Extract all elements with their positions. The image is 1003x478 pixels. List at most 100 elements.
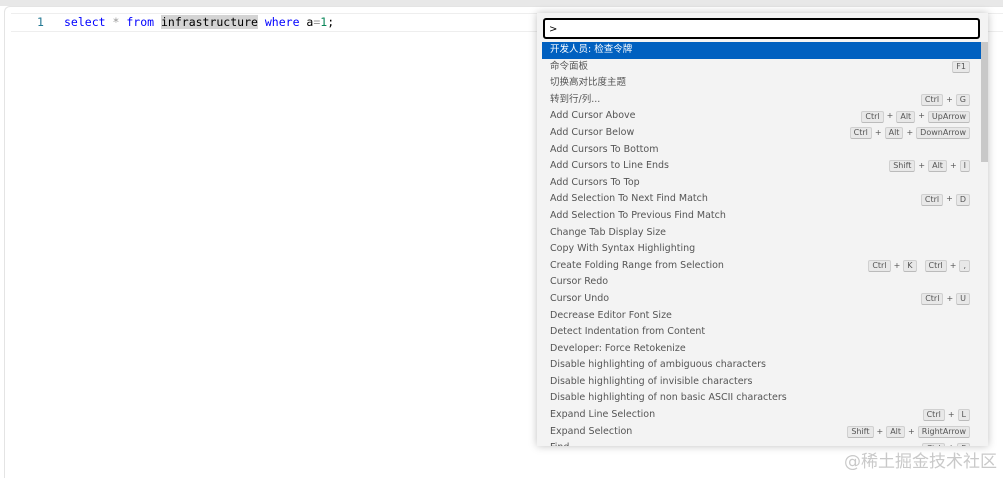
key-cap: F <box>957 442 970 446</box>
key-cap: F1 <box>952 60 970 73</box>
key-cap: Ctrl <box>922 442 945 446</box>
command-label: Add Cursors to Line Ends <box>550 160 669 172</box>
command-label: Add Selection To Next Find Match <box>550 193 708 205</box>
key-cap: Ctrl <box>849 127 872 140</box>
key-cap: Alt <box>886 425 906 438</box>
key-cap: Alt <box>896 110 916 123</box>
command-item[interactable]: Copy With Syntax Highlighting <box>542 241 982 258</box>
command-label: Copy With Syntax Highlighting <box>550 243 696 255</box>
key-cap: Ctrl <box>920 94 944 107</box>
key-cap: K <box>903 260 917 273</box>
command-item[interactable]: Cursor Undo Ctrl + U <box>542 291 982 308</box>
key-cap: L <box>957 409 970 422</box>
command-item[interactable]: Find Ctrl+F <box>542 440 982 446</box>
key-cap: Ctrl <box>920 193 944 206</box>
command-item[interactable]: Disable highlighting of ambiguous charac… <box>542 357 982 374</box>
command-item[interactable]: Add Cursor Below Ctrl + Alt + DownArrow <box>542 125 982 142</box>
key-cap: RightArrow <box>917 425 970 438</box>
command-label: Disable highlighting of invisible charac… <box>550 375 753 387</box>
key-cap: I <box>959 160 970 173</box>
command-item[interactable]: Expand Selection Shift + Alt + RightArrow <box>542 424 982 441</box>
command-item[interactable]: Cursor Redo <box>542 274 982 291</box>
code-token: a <box>299 15 314 29</box>
command-label: Change Tab Display Size <box>550 226 667 238</box>
command-label: Add Cursor Above <box>550 110 636 122</box>
command-label: Find <box>550 442 569 446</box>
command-list: 开发人员: 检查令牌 命令面板 F1 切换高对比度主题 转到行/列... Ctrl + G Ad… <box>542 42 982 446</box>
line-number: 1 <box>37 15 44 29</box>
key-cap: Ctrl <box>921 293 944 306</box>
command-item[interactable]: Add Cursors to Line Ends Shift + Alt + I <box>542 158 982 175</box>
command-item[interactable]: Detect Indentation from Content <box>542 324 982 341</box>
keybinding: Ctrl + L <box>922 407 970 424</box>
command-item[interactable]: Disable highlighting of non basic ASCII … <box>542 390 982 407</box>
keybinding: Shift + Alt + I <box>889 158 970 175</box>
key-cap: Ctrl <box>924 260 947 273</box>
command-label: Disable highlighting of non basic ASCII … <box>550 392 787 404</box>
command-item[interactable]: 命令面板 F1 <box>542 59 982 76</box>
keybinding: Ctrl + Alt + DownArrow <box>849 125 970 142</box>
command-label: 命令面板 <box>550 60 589 72</box>
key-cap: Shift <box>847 425 874 438</box>
command-label: 开发人员: 检查令牌 <box>550 44 633 55</box>
code-token: infrastructure <box>161 15 258 29</box>
code-token: ; <box>327 15 335 29</box>
key-cap: G <box>955 94 970 107</box>
command-item[interactable]: Add Cursors To Bottom <box>542 142 982 159</box>
command-item[interactable]: Change Tab Display Size <box>542 225 982 242</box>
keybinding: Ctrl + D <box>920 191 970 208</box>
command-item[interactable]: Disable highlighting of invisible charac… <box>542 374 982 391</box>
watermark: @稀土掘金技术社区 <box>844 452 997 472</box>
keybinding: F1 <box>952 59 970 76</box>
command-label: Detect Indentation from Content <box>550 326 706 338</box>
command-item[interactable]: Expand Line Selection Ctrl + L <box>542 407 982 424</box>
command-item[interactable]: Add Selection To Previous Find Match <box>542 208 982 225</box>
command-label: Add Cursor Below <box>550 126 635 138</box>
key-cap: , <box>959 260 970 273</box>
command-label: Cursor Redo <box>550 276 609 288</box>
keybinding: Ctrl + G <box>920 92 970 109</box>
keybinding: Ctrl + Alt + UpArrow <box>861 108 970 125</box>
command-palette: > 开发人员: 检查令牌 命令面板 F1 切换高对比度主题 转到行/列... Ctrl + G… <box>537 13 988 446</box>
command-label: Add Cursors To Top <box>550 176 640 188</box>
command-label: Add Cursors To Bottom <box>550 143 659 155</box>
key-cap: D <box>955 193 970 206</box>
command-item[interactable]: 开发人员: 检查令牌 <box>542 42 982 59</box>
command-label: Create Folding Range from Selection <box>550 259 724 271</box>
key-cap: U <box>956 293 970 306</box>
command-label: Disable highlighting of ambiguous charac… <box>550 359 766 371</box>
key-cap: Ctrl <box>868 260 891 273</box>
command-item[interactable]: Developer: Force Retokenize <box>542 341 982 358</box>
command-label: Cursor Undo <box>550 292 610 304</box>
key-cap: UpArrow <box>927 110 970 123</box>
keybinding: Ctrl + U <box>921 291 970 308</box>
command-item[interactable]: 切换高对比度主题 <box>542 75 982 92</box>
command-label: 切换高对比度主题 <box>550 77 627 89</box>
code-token: select <box>64 15 106 29</box>
command-label: Expand Selection <box>550 425 633 437</box>
command-item[interactable]: Add Selection To Next Find Match Ctrl + D <box>542 191 982 208</box>
command-input[interactable]: > <box>543 18 980 39</box>
code-text[interactable]: select * from infrastructure where a=1; <box>64 14 334 31</box>
command-item[interactable]: 转到行/列... Ctrl + G <box>542 92 982 109</box>
key-cap: Alt <box>928 160 947 173</box>
key-cap: DownArrow <box>916 127 970 140</box>
key-cap: Alt <box>884 127 904 140</box>
command-item[interactable]: Create Folding Range from Selection Ctrl +… <box>542 258 982 275</box>
command-item[interactable]: Add Cursors To Top <box>542 175 982 192</box>
keybinding: Ctrl + K Ctrl +, <box>868 258 970 275</box>
command-label: 转到行/列... <box>550 93 601 105</box>
key-cap: Shift <box>889 160 916 173</box>
key-cap: Ctrl <box>861 110 884 123</box>
scrollbar-thumb[interactable] <box>981 42 988 162</box>
keybinding: Ctrl+F <box>922 440 970 446</box>
command-label: Expand Line Selection <box>550 409 656 421</box>
command-item[interactable]: Decrease Editor Font Size <box>542 308 982 325</box>
command-label: Developer: Force Retokenize <box>550 342 686 354</box>
code-token: from <box>126 15 155 29</box>
command-label: Decrease Editor Font Size <box>550 309 672 321</box>
command-item[interactable]: Add Cursor Above Ctrl + Alt + UpArrow <box>542 108 982 125</box>
code-token: where <box>264 15 300 29</box>
